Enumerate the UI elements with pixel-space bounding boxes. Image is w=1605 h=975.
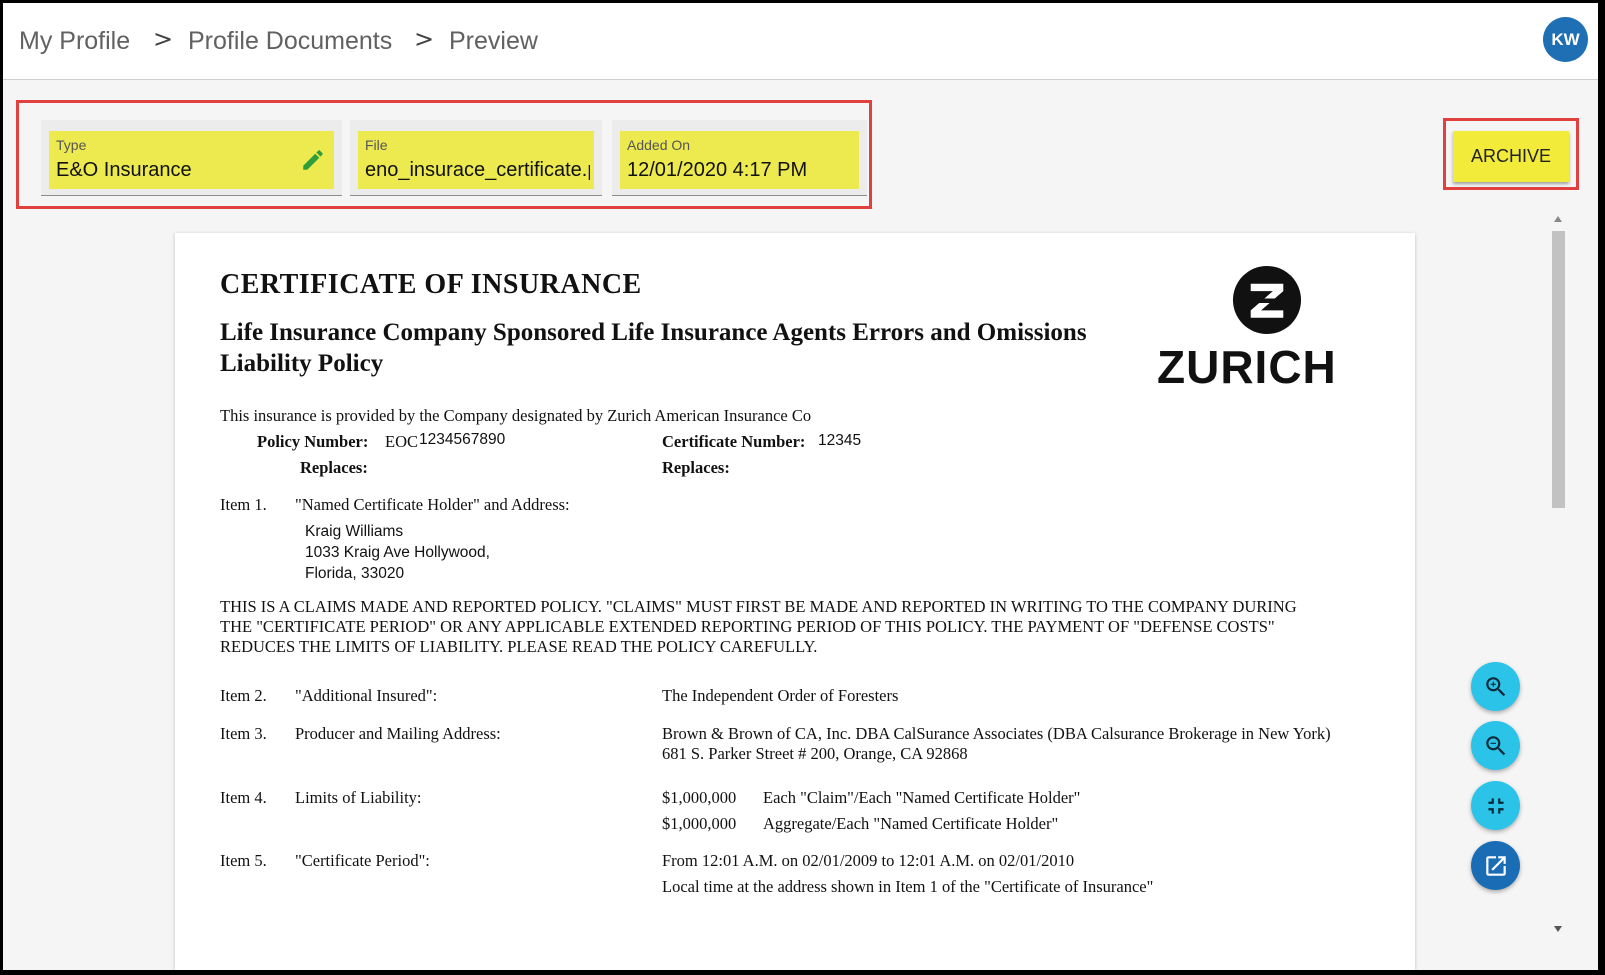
limit2-desc: Aggregate/Each "Named Certificate Holder… [763, 814, 1059, 833]
zoom-in-icon [1485, 676, 1505, 696]
added-on-value: 12/01/2020 4:17 PM [627, 159, 808, 181]
item3-label: Item 3. [220, 724, 267, 743]
breadcrumb-my-profile[interactable]: My Profile [19, 27, 130, 56]
zurich-logo-icon [1232, 265, 1302, 335]
zurich-brand: ZURICH [1157, 341, 1337, 393]
collapse-icon [1487, 797, 1504, 814]
archive-button[interactable]: ARCHIVE [1453, 131, 1569, 182]
holder-address1: 1033 Kraig Ave Hollywood, [305, 544, 490, 561]
policy-number-label: Policy Number: [257, 432, 369, 451]
item3-value1: Brown & Brown of CA, Inc. DBA CalSurance… [662, 724, 1331, 743]
item4-text: Limits of Liability: [295, 788, 422, 807]
type-label: Type [56, 137, 87, 153]
zoom-in-button[interactable] [1471, 662, 1520, 711]
scroll-up-arrow-icon[interactable] [1554, 216, 1562, 222]
breadcrumb-preview: Preview [449, 27, 538, 55]
limit1-desc: Each "Claim"/Each "Named Certificate Hol… [763, 788, 1081, 807]
item3-text: Producer and Mailing Address: [295, 724, 501, 743]
breadcrumb-profile-documents[interactable]: Profile Documents [188, 27, 392, 56]
breadcrumb-separator: > [153, 25, 174, 53]
doc-subtitle-line2: Liability Policy [220, 350, 384, 377]
item4-label: Item 4. [220, 788, 267, 807]
item2-label: Item 2. [220, 686, 267, 705]
doc-subtitle-line1: Life Insurance Company Sponsored Life In… [220, 319, 1087, 346]
item2-text: "Additional Insured": [295, 686, 438, 705]
open-in-new-icon [1485, 855, 1506, 876]
certificate-number-label: Certificate Number: [662, 432, 806, 451]
doc-provided-by: This insurance is provided by the Compan… [220, 406, 812, 425]
holder-name: Kraig Williams [305, 523, 404, 540]
pencil-icon[interactable] [300, 147, 326, 173]
app-frame: My Profile > Profile Documents > Preview… [3, 3, 1598, 970]
file-value: eno_insurace_certificate.pdf [365, 159, 590, 181]
document-preview: CERTIFICATE OF INSURANCE Life Insurance … [175, 233, 1415, 970]
avatar[interactable]: KW [1543, 17, 1588, 62]
notice-line1: THIS IS A CLAIMS MADE AND REPORTED POLIC… [220, 597, 1297, 616]
fit-to-screen-button[interactable] [1471, 781, 1520, 830]
file-field-highlight: File eno_insurace_certificate.pdf [358, 131, 594, 189]
holder-address2: Florida, 33020 [305, 565, 405, 582]
doc-title: CERTIFICATE OF INSURANCE [220, 269, 642, 300]
file-field[interactable]: File eno_insurace_certificate.pdf [350, 120, 602, 196]
added-on-field: Added On 12/01/2020 4:17 PM [612, 120, 867, 196]
item5-text: "Certificate Period": [295, 851, 430, 870]
scrollbar-thumb[interactable] [1552, 231, 1565, 508]
type-field-highlight: Type E&O Insurance [49, 131, 334, 189]
policy-number-value: 1234567890 [419, 431, 506, 448]
limit1-amount: $1,000,000 [662, 788, 737, 807]
item1-text: "Named Certificate Holder" and Address: [295, 495, 570, 514]
replaces-label: Replaces: [662, 458, 730, 477]
breadcrumb-separator: > [414, 25, 435, 53]
added-on-label: Added On [627, 137, 691, 153]
item2-value: The Independent Order of Foresters [662, 686, 899, 705]
item5-value1: From 12:01 A.M. on 02/01/2009 to 12:01 A… [662, 851, 1075, 870]
item3-value2: 681 S. Parker Street # 200, Orange, CA 9… [662, 744, 968, 763]
notice-line3: REDUCES THE LIMITS OF LIABILITY. PLEASE … [220, 637, 818, 656]
scroll-down-arrow-icon[interactable] [1554, 926, 1562, 932]
limit2-amount: $1,000,000 [662, 814, 737, 833]
top-bar: My Profile > Profile Documents > Preview… [3, 3, 1598, 80]
item5-value2: Local time at the address shown in Item … [662, 877, 1154, 896]
added-on-field-highlight: Added On 12/01/2020 4:17 PM [620, 131, 859, 189]
type-value: E&O Insurance [56, 159, 192, 181]
zoom-out-icon [1485, 735, 1505, 755]
item1-label: Item 1. [220, 495, 267, 514]
item5-label: Item 5. [220, 851, 267, 870]
notice-line2: THE "CERTIFICATE PERIOD" OR ANY APPLICAB… [220, 617, 1275, 636]
certificate-number-value: 12345 [818, 432, 862, 449]
policy-number-prefix: EOC [385, 432, 418, 451]
replaces-label: Replaces: [300, 458, 368, 477]
open-external-button[interactable] [1471, 841, 1520, 890]
file-label: File [365, 137, 388, 153]
type-field[interactable]: Type E&O Insurance [41, 120, 342, 196]
zoom-out-button[interactable] [1471, 721, 1520, 770]
